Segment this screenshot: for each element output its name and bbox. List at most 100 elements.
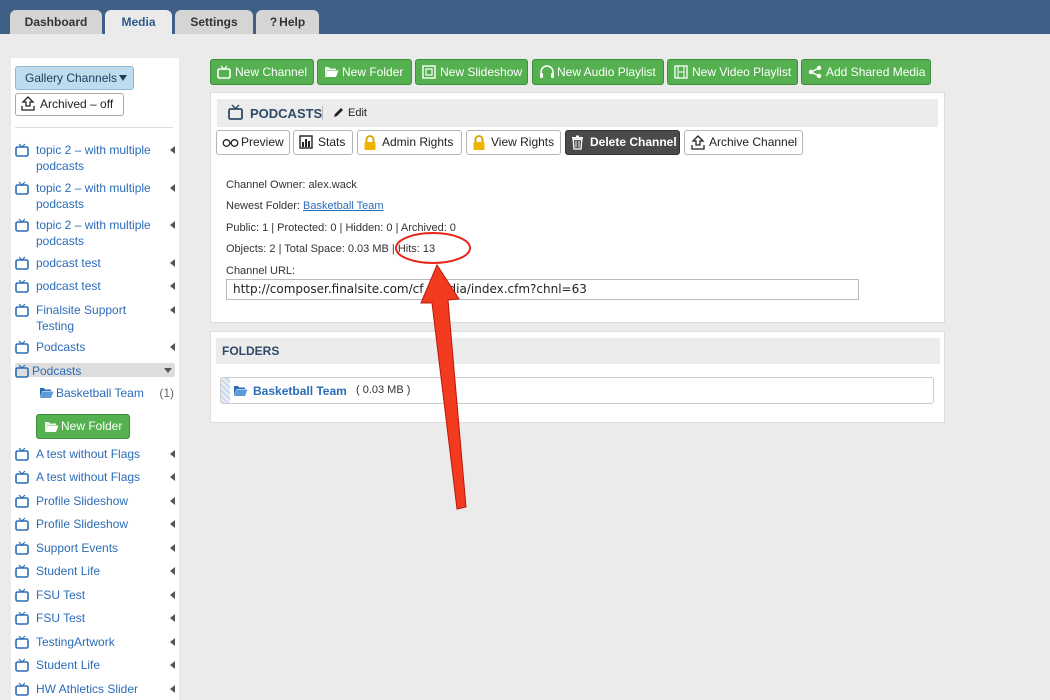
sidebar-channel-item[interactable]: HW Athletics Slider bbox=[15, 681, 175, 697]
sidebar-channel-item-selected[interactable]: Podcasts bbox=[15, 363, 175, 378]
sidebar-channel-item[interactable]: A test without Flags bbox=[15, 446, 175, 462]
expand-arrow-icon[interactable] bbox=[170, 306, 175, 314]
upload-icon bbox=[691, 135, 705, 150]
sidebar-channel-item[interactable]: topic 2 – with multiple podcasts bbox=[15, 217, 175, 249]
sidebar-item-label: Support Events bbox=[36, 541, 119, 555]
tv-icon bbox=[15, 143, 29, 157]
sidebar-channel-item[interactable]: TestingArtwork bbox=[15, 634, 175, 650]
tv-icon bbox=[15, 635, 29, 649]
sidebar-item-label: Profile Slideshow bbox=[36, 494, 129, 508]
expand-arrow-icon[interactable] bbox=[170, 146, 175, 154]
tab-dashboard[interactable]: Dashboard bbox=[10, 10, 102, 34]
folder-size: ( 0.03 MB ) bbox=[356, 384, 411, 396]
sidebar-channel-item[interactable]: Finalsite Support Testing bbox=[15, 302, 175, 334]
preview-button[interactable]: Preview bbox=[216, 130, 290, 155]
divider bbox=[322, 106, 323, 120]
folder-row[interactable]: Basketball Team ( 0.03 MB ) bbox=[220, 377, 934, 404]
sidebar-item-label: Finalsite Support Testing bbox=[36, 303, 127, 333]
sidebar-channel-item[interactable]: podcast test bbox=[15, 255, 175, 271]
sidebar-item-label: A test without Flags bbox=[36, 447, 141, 461]
new-folder-sidebar-button[interactable]: New Folder bbox=[36, 414, 130, 439]
sidebar-channel-item[interactable]: Profile Slideshow bbox=[15, 516, 175, 532]
film-icon bbox=[674, 65, 688, 79]
button-label: New Video Playlist bbox=[692, 65, 792, 79]
tv-icon bbox=[15, 364, 29, 378]
tv-icon bbox=[15, 541, 29, 555]
expand-arrow-icon[interactable] bbox=[170, 184, 175, 192]
expand-arrow-icon[interactable] bbox=[170, 544, 175, 552]
sidebar-channel-item[interactable]: Profile Slideshow bbox=[15, 493, 175, 509]
new-channel-button[interactable]: New Channel bbox=[210, 59, 314, 85]
sidebar-channel-item[interactable]: Student Life bbox=[15, 657, 175, 673]
expand-arrow-icon[interactable] bbox=[170, 661, 175, 669]
sidebar-item-label: Student Life bbox=[36, 564, 101, 578]
tv-icon bbox=[15, 218, 29, 232]
archive-channel-button[interactable]: Archive Channel bbox=[684, 130, 803, 155]
sidebar-item-label: topic 2 – with multiple podcasts bbox=[36, 181, 151, 211]
stats-button[interactable]: Stats bbox=[293, 130, 353, 155]
sidebar: Gallery Channels Archived – off topic 2 … bbox=[11, 58, 179, 700]
sidebar-channel-item[interactable]: FSU Test bbox=[15, 587, 175, 603]
new-slideshow-button[interactable]: New Slideshow bbox=[415, 59, 528, 85]
expand-arrow-icon[interactable] bbox=[170, 343, 175, 351]
sidebar-channel-item[interactable]: FSU Test bbox=[15, 610, 175, 626]
tab-help[interactable]: ? Help bbox=[256, 10, 319, 34]
visibility-counts-text: Public: 1 | Protected: 0 | Hidden: 0 | A… bbox=[226, 222, 456, 234]
gallery-channels-dropdown[interactable]: Gallery Channels bbox=[15, 66, 134, 90]
tab-settings[interactable]: Settings bbox=[175, 10, 253, 34]
button-label: Preview bbox=[241, 135, 284, 149]
new-audio-playlist-button[interactable]: New Audio Playlist bbox=[532, 59, 664, 85]
sidebar-item-label: podcast test bbox=[36, 279, 101, 293]
newest-folder-link[interactable]: Basketball Team bbox=[303, 200, 384, 212]
drag-handle[interactable] bbox=[221, 378, 230, 403]
collapse-arrow-icon[interactable] bbox=[164, 368, 172, 373]
archived-label: Archived – off bbox=[40, 97, 114, 111]
archived-toggle-button[interactable]: Archived – off bbox=[15, 93, 124, 116]
channel-url-field[interactable]: http://composer.finalsite.com/cf_media/i… bbox=[226, 279, 859, 300]
upload-icon bbox=[21, 96, 35, 111]
admin-rights-button[interactable]: Admin Rights bbox=[357, 130, 462, 155]
folder-name-link[interactable]: Basketball Team bbox=[253, 384, 347, 398]
expand-arrow-icon[interactable] bbox=[170, 520, 175, 528]
sidebar-channel-item[interactable]: Student Life bbox=[15, 563, 175, 579]
folder-open-icon bbox=[325, 67, 339, 77]
tab-media[interactable]: Media bbox=[105, 10, 172, 34]
new-folder-button[interactable]: New Folder bbox=[317, 59, 412, 85]
button-label: New Folder bbox=[342, 65, 404, 79]
lock-icon bbox=[473, 135, 485, 150]
sidebar-channel-item[interactable]: podcast test bbox=[15, 278, 175, 294]
tv-icon bbox=[217, 65, 231, 79]
sidebar-channel-item[interactable]: A test without Flags bbox=[15, 469, 175, 485]
edit-label: Edit bbox=[348, 107, 367, 119]
sidebar-subfolder-item[interactable]: Basketball Team (1) bbox=[39, 385, 174, 401]
tab-label: Help bbox=[279, 15, 306, 29]
expand-arrow-icon[interactable] bbox=[170, 614, 175, 622]
sidebar-item-label: topic 2 – with multiple podcasts bbox=[36, 218, 151, 248]
expand-arrow-icon[interactable] bbox=[170, 497, 175, 505]
expand-arrow-icon[interactable] bbox=[170, 450, 175, 458]
sidebar-channel-item[interactable]: topic 2 – with multiple podcasts bbox=[15, 142, 175, 174]
folder-open-icon bbox=[45, 422, 59, 432]
tv-icon bbox=[15, 470, 29, 484]
expand-arrow-icon[interactable] bbox=[170, 221, 175, 229]
expand-arrow-icon[interactable] bbox=[170, 638, 175, 646]
view-rights-button[interactable]: View Rights bbox=[466, 130, 561, 155]
objects-hits-text: Objects: 2 | Total Space: 0.03 MB | Hits… bbox=[226, 243, 436, 255]
new-video-playlist-button[interactable]: New Video Playlist bbox=[667, 59, 798, 85]
expand-arrow-icon[interactable] bbox=[170, 591, 175, 599]
sidebar-channel-item[interactable]: Podcasts bbox=[15, 339, 175, 355]
add-shared-media-button[interactable]: Add Shared Media bbox=[801, 59, 931, 85]
expand-arrow-icon[interactable] bbox=[170, 259, 175, 267]
expand-arrow-icon[interactable] bbox=[170, 685, 175, 693]
gallery-channels-label: Gallery Channels bbox=[25, 71, 118, 85]
trash-icon bbox=[572, 135, 583, 150]
expand-arrow-icon[interactable] bbox=[170, 282, 175, 290]
expand-arrow-icon[interactable] bbox=[170, 473, 175, 481]
subfolder-label: Basketball Team bbox=[56, 386, 144, 400]
sidebar-channel-item[interactable]: topic 2 – with multiple podcasts bbox=[15, 180, 175, 212]
sidebar-item-label: FSU Test bbox=[36, 611, 86, 625]
expand-arrow-icon[interactable] bbox=[170, 567, 175, 575]
delete-channel-button[interactable]: Delete Channel bbox=[565, 130, 680, 155]
sidebar-channel-item[interactable]: Support Events bbox=[15, 540, 175, 556]
sidebar-item-label: podcast test bbox=[36, 256, 101, 270]
